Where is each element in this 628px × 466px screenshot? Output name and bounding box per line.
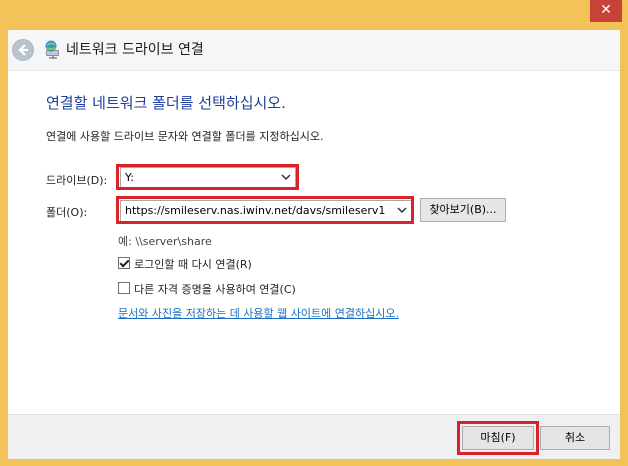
close-button[interactable]: ✕ — [590, 0, 622, 22]
back-arrow-icon[interactable] — [12, 39, 34, 61]
dialog-footer: 마침(F) 취소 — [8, 414, 620, 459]
title-bar: ✕ — [0, 0, 628, 30]
credentials-label[interactable]: 다른 자격 증명을 사용하여 연결(C) — [134, 281, 296, 297]
dialog-body: 네트워크 드라이브 연결 연결할 네트워크 폴더를 선택하십시오. 연결에 사용… — [8, 30, 620, 459]
credentials-checkbox[interactable] — [118, 282, 130, 294]
reconnect-label[interactable]: 로그인할 때 다시 연결(R) — [134, 256, 252, 272]
website-link[interactable]: 문서와 사진을 저장하는 데 사용할 웹 사이트에 연결하십시오. — [118, 305, 399, 321]
dialog-title: 네트워크 드라이브 연결 — [66, 42, 204, 58]
network-drive-icon — [43, 39, 63, 59]
finish-highlight-box — [457, 421, 539, 455]
browse-button[interactable]: 찾아보기(B)... — [420, 198, 506, 222]
page-heading: 연결할 네트워크 폴더를 선택하십시오. — [46, 94, 286, 112]
dialog-header: 네트워크 드라이브 연결 — [8, 30, 620, 71]
folder-highlight-box — [116, 196, 414, 224]
page-description: 연결에 사용할 드라이브 문자와 연결할 폴더를 지정하십시오. — [46, 130, 324, 143]
cancel-button[interactable]: 취소 — [540, 426, 610, 450]
drive-highlight-box — [116, 164, 299, 190]
reconnect-checkbox[interactable] — [118, 257, 130, 269]
drive-label: 드라이브(D): — [46, 174, 108, 187]
folder-label: 폴더(O): — [46, 206, 88, 219]
example-text: 예: \\server\share — [118, 235, 212, 248]
